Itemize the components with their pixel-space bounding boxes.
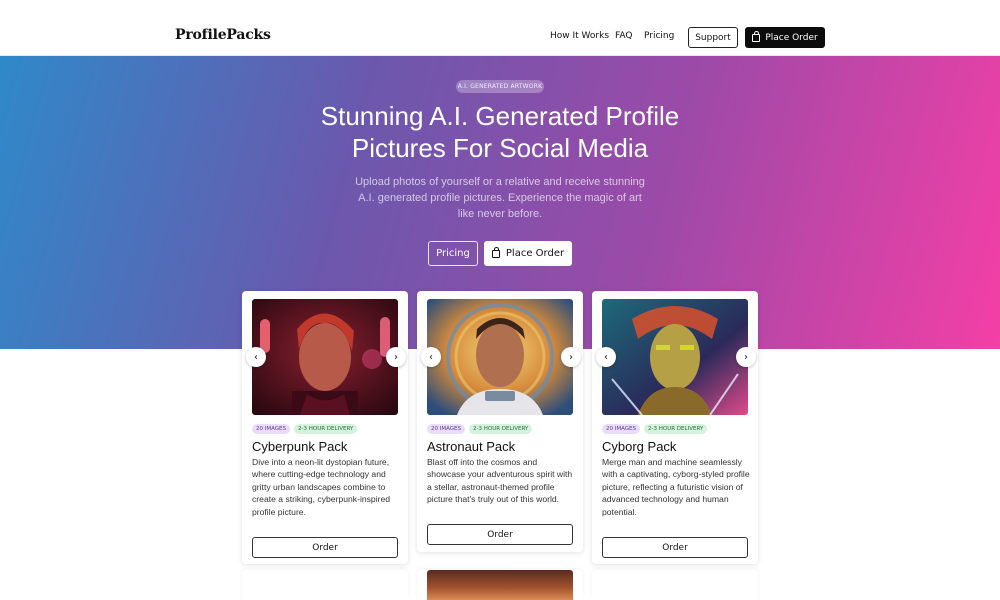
nav-faq[interactable]: FAQ	[615, 31, 632, 41]
images-count-badge: 20 IMAGES	[427, 424, 466, 434]
pack-title: Astronaut Pack	[427, 439, 516, 454]
chevron-right-icon: ›	[744, 351, 748, 363]
order-button[interactable]: Order	[427, 524, 573, 545]
pack-description: Blast off into the cosmos and showcase y…	[427, 457, 573, 505]
hero-title-line2: Pictures For Social Media	[351, 133, 649, 163]
pack-image-cyberpunk	[252, 299, 398, 415]
shopping-bag-icon	[491, 246, 500, 258]
order-button[interactable]: Order	[602, 537, 748, 558]
hero-pricing-label: Pricing	[436, 248, 470, 259]
hero-place-order-label: Place Order	[505, 248, 565, 259]
carousel-prev-button[interactable]: ‹	[246, 347, 266, 367]
nav-how-it-works[interactable]: How It Works	[550, 31, 609, 41]
chevron-left-icon: ‹	[604, 351, 608, 363]
portrait-cyberpunk-image	[252, 299, 398, 415]
support-label: Support	[695, 32, 731, 43]
pack-card-peek	[592, 570, 758, 600]
carousel-next-button[interactable]: ›	[386, 347, 406, 367]
hero-badge: A.I. GENERATED ARTWORK	[456, 80, 544, 93]
pack-tags: 20 IMAGES 2-3 HOUR DELIVERY	[252, 424, 358, 434]
pack-description: Merge man and machine seamlessly with a …	[602, 457, 750, 517]
portrait-cyborg-image	[602, 299, 748, 415]
header-place-order-label: Place Order	[765, 32, 818, 43]
pack-tags: 20 IMAGES 2-3 HOUR DELIVERY	[427, 424, 533, 434]
support-button[interactable]: Support	[688, 27, 738, 48]
delivery-badge: 2-3 HOUR DELIVERY	[644, 424, 708, 434]
carousel-next-button[interactable]: ›	[736, 347, 756, 367]
pack-card-cyborg: ‹ › 20 IMAGES 2-3 HOUR DELIVERY Cyborg P…	[592, 291, 758, 564]
hero-pricing-button[interactable]: Pricing	[428, 241, 478, 266]
pack-tags: 20 IMAGES 2-3 HOUR DELIVERY	[602, 424, 708, 434]
pack-card-astronaut: ‹ › 20 IMAGES 2-3 HOUR DELIVERY Astronau…	[417, 291, 583, 552]
pack-image-astronaut	[427, 299, 573, 415]
chevron-right-icon: ›	[569, 351, 573, 363]
hero-place-order-button[interactable]: Place Order	[484, 241, 572, 266]
pack-card-peek	[417, 570, 583, 600]
logo[interactable]: ProfilePacks	[175, 27, 271, 43]
nav-pricing[interactable]: Pricing	[644, 31, 674, 41]
hero-title: Stunning A.I. Generated Profile Pictures…	[250, 100, 750, 164]
shopping-bag-icon	[752, 30, 761, 42]
delivery-badge: 2-3 HOUR DELIVERY	[469, 424, 533, 434]
pack-description: Dive into a neon-lit dystopian future, w…	[252, 457, 391, 517]
order-label: Order	[487, 529, 513, 540]
site-header: ProfilePacks How It Works FAQ Pricing Su…	[0, 0, 1000, 56]
pack-image-cyborg	[602, 299, 748, 415]
pack-title: Cyberpunk Pack	[252, 439, 348, 454]
hero-subtitle: Upload photos of yourself or a relative …	[355, 176, 645, 220]
images-count-badge: 20 IMAGES	[602, 424, 641, 434]
images-count-badge: 20 IMAGES	[252, 424, 291, 434]
portrait-astronaut-image	[427, 299, 573, 415]
chevron-right-icon: ›	[394, 351, 398, 363]
header-place-order-button[interactable]: Place Order	[745, 27, 825, 48]
chevron-left-icon: ‹	[429, 351, 433, 363]
order-button[interactable]: Order	[252, 537, 398, 558]
hero-title-line1: Stunning A.I. Generated Profile	[320, 101, 680, 131]
carousel-prev-button[interactable]: ‹	[596, 347, 616, 367]
delivery-badge: 2-3 HOUR DELIVERY	[294, 424, 358, 434]
pack-image-peek	[427, 570, 573, 600]
pack-card-peek	[242, 570, 408, 600]
order-label: Order	[662, 542, 688, 553]
carousel-prev-button[interactable]: ‹	[421, 347, 441, 367]
carousel-next-button[interactable]: ›	[561, 347, 581, 367]
order-label: Order	[312, 542, 338, 553]
pack-card-cyberpunk: ‹ › 20 IMAGES 2-3 HOUR DELIVERY Cyberpun…	[242, 291, 408, 564]
chevron-left-icon: ‹	[254, 351, 258, 363]
pack-title: Cyborg Pack	[602, 439, 677, 454]
